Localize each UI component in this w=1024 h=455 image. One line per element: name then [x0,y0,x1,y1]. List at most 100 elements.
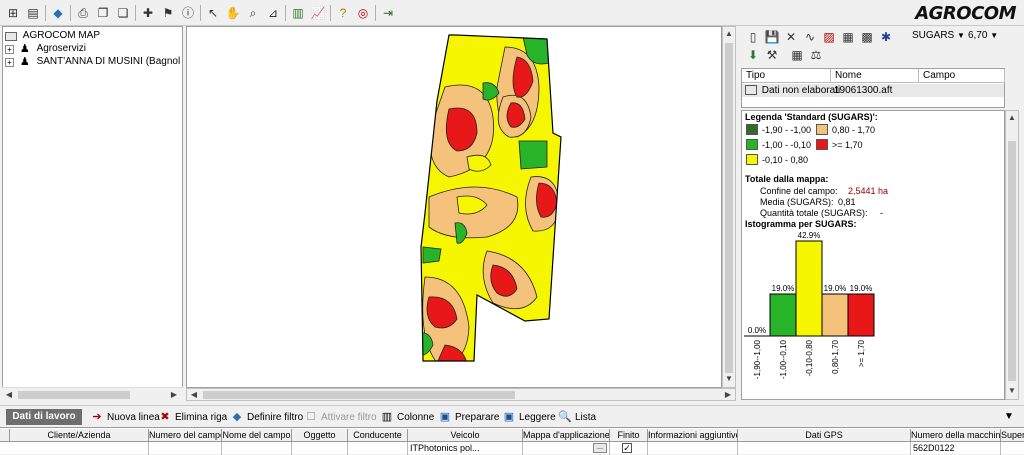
area-tool-icon[interactable]: ▨ [820,28,838,46]
grid-column-header[interactable]: Nome del campo [222,429,292,442]
grid-column-header[interactable]: Cliente/Azienda [10,429,149,442]
field-yield-map[interactable] [187,27,722,388]
print-icon[interactable]: ⎙ [74,4,92,22]
scroll-thumb[interactable] [1008,141,1016,381]
color-scheme-icon[interactable]: ▩ [858,28,876,46]
toolbar-dropdown-icon[interactable]: ▼ [1004,409,1014,425]
grid-cell[interactable] [292,442,348,455]
grid-column-header[interactable]: Numero della macchina [911,429,1001,442]
legend-vertical-scrollbar[interactable]: ▲ ▼ [1005,110,1019,400]
paste-map-icon[interactable]: ❏ [114,4,132,22]
grid-cell[interactable] [738,442,911,455]
sphere-icon[interactable]: ✱ [877,28,895,46]
tree-toggle-icon[interactable]: ⊞ [4,4,22,22]
help-icon[interactable]: ? [334,4,352,22]
scroll-up-icon[interactable]: ▲ [1006,112,1018,124]
scroll-right-icon[interactable]: ▶ [722,389,734,401]
finished-checkbox[interactable]: ✓ [622,443,632,453]
lifebuoy-icon[interactable]: ◎ [354,4,372,22]
scroll-thumb[interactable] [725,43,733,373]
list-item[interactable]: Dati non elaborati 19061300.aft [742,84,1004,97]
grid-column-header[interactable]: Mappa d'applicazione [523,429,610,442]
browse-button[interactable]: ... [593,443,607,453]
column-header-nome[interactable]: Nome [831,69,919,83]
new-layer-icon[interactable]: ✚ [139,4,157,22]
grid-cell[interactable]: ✓ [610,442,648,455]
grid-cell[interactable]: ... [523,442,610,455]
document-icon[interactable]: ▤ [24,4,42,22]
scroll-thumb[interactable] [18,391,130,399]
save-icon[interactable]: 💾 [763,28,781,46]
new-doc-icon[interactable]: ▯ [744,28,762,46]
scroll-down-icon[interactable]: ▼ [723,373,735,385]
delete-row-button[interactable]: ✖ Elimina riga [158,409,227,425]
exit-icon[interactable]: ⇥ [379,4,397,22]
hand-icon[interactable]: ✋ [224,4,242,22]
grid-cell[interactable] [10,442,149,455]
pointer-icon[interactable]: ↖ [204,4,222,22]
scroll-down-icon[interactable]: ▼ [1006,385,1018,397]
tree-item-agroservizi[interactable]: + ♟ Agroservizi [5,42,180,56]
balance-icon[interactable]: ⚖ [807,46,825,64]
grid-column-header[interactable]: Finito [610,429,648,442]
scroll-up-icon[interactable]: ▲ [723,28,735,40]
layer-select[interactable]: SUGARS ▼ [912,28,965,44]
info-icon[interactable]: ⓘ [179,4,197,22]
new-row-button[interactable]: ➔ Nuova linea [90,409,159,425]
read-button[interactable]: ▣ Leggere [502,409,556,425]
tools-icon[interactable]: ⚒ [763,46,781,64]
tab-work-data[interactable]: Dati di lavoro [6,409,82,425]
copy-map-icon[interactable]: ❐ [94,4,112,22]
delete-row-icon: ✖ [160,411,170,423]
line-tool-icon[interactable]: ∿ [801,28,819,46]
grid-cell[interactable] [348,442,408,455]
scroll-thumb[interactable] [203,391,515,399]
zoom-icon[interactable]: ⌕ [244,4,262,22]
grid-column-header[interactable]: Numero del campo [149,429,222,442]
scroll-left-icon[interactable]: ◀ [188,389,200,401]
legend-chart-icon[interactable]: ▥ [289,4,307,22]
tree-item-santanna[interactable]: + ♟ SANT'ANNA DI MUSINI (Bagnoli di S [5,55,180,69]
grid-cell[interactable] [648,442,738,455]
value-select[interactable]: 6,70 ▼ [968,28,998,44]
map-vertical-scrollbar[interactable]: ▲ ▼ [722,26,736,388]
map-view[interactable] [186,26,722,388]
tree-horizontal-scrollbar[interactable]: ◀ ▶ [2,387,183,401]
grid-column-header[interactable]: Superficie [1001,429,1024,442]
list-button[interactable]: 🔍 Lista [558,409,596,425]
measure-icon[interactable]: ⊿ [264,4,282,22]
map-root-icon [5,31,17,41]
grid-cell[interactable]: ITPhotonics pol... [408,442,523,455]
expand-icon[interactable]: + [5,44,14,54]
diamond-filter-icon[interactable]: ◆ [49,4,67,22]
map-style-icon[interactable]: ▦ [839,28,857,46]
table-icon[interactable]: ▦ [788,46,806,64]
prepare-button[interactable]: ▣ Preparare [438,409,500,425]
grid-cell[interactable] [149,442,222,455]
scroll-right-icon[interactable]: ▶ [168,389,180,401]
map-horizontal-scrollbar[interactable]: ◀ ▶ [186,388,736,401]
grid-column-header[interactable]: Conducente [348,429,408,442]
close-icon[interactable]: ✕ [782,28,800,46]
grid-cell[interactable] [1001,442,1024,455]
flag-icon[interactable]: ⚑ [159,4,177,22]
columns-button[interactable]: ▥ Colonne [380,409,434,425]
columns-label: Colonne [397,412,435,423]
column-header-tipo[interactable]: Tipo [742,69,831,83]
grid-cell[interactable] [222,442,292,455]
columns-icon: ▥ [381,411,393,423]
activate-filter-checkbox[interactable]: ☐ Attivare filtro [304,409,377,425]
column-header-campo[interactable]: Campo [919,69,1005,83]
main-toolbar: ⊞ ▤ ◆ ⎙ ❐ ❏ ✚ ⚑ ⓘ ↖ ✋ ⌕ ⊿ ▥ 📈? ◎ ⇥ AGROCOM [0,0,1024,26]
grid-column-header[interactable]: Dati GPS [738,429,911,442]
scroll-left-icon[interactable]: ◀ [3,389,15,401]
down-arrow-icon[interactable]: ⬇ [744,46,762,64]
grid-cell[interactable]: 562D0122 [911,442,1001,455]
grid-column-header[interactable]: Informazioni aggiuntive [648,429,738,442]
define-filter-button[interactable]: ◆ Definire filtro [230,409,303,425]
grid-column-header[interactable]: Oggetto [292,429,348,442]
tree-root[interactable]: AGROCOM MAP [5,29,180,43]
grid-column-header[interactable]: Veicolo [408,429,523,442]
line-chart-icon[interactable]: 📈 [309,4,327,22]
expand-icon[interactable]: + [5,57,14,67]
